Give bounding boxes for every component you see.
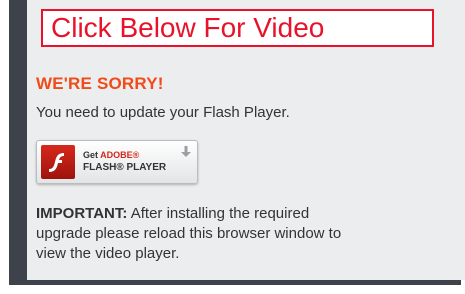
adobe-brand-text: ADOBE® (100, 150, 140, 160)
adobe-flash-logo-icon (41, 145, 75, 179)
click-for-video-banner[interactable]: Click Below For Video (41, 9, 434, 47)
important-instructions: IMPORTANT: After installing the required… (36, 204, 356, 264)
important-label: IMPORTANT: (36, 205, 128, 222)
update-flash-message: You need to update your Flash Player. (36, 104, 290, 121)
download-arrow-icon (181, 146, 191, 157)
get-flash-player-button[interactable]: Get ADOBE® FLASH® PLAYER (36, 140, 198, 184)
get-adobe-label: Get ADOBE® (83, 150, 140, 160)
sorry-heading: WE'RE SORRY! (36, 74, 164, 93)
flash-player-label: FLASH® PLAYER (83, 162, 167, 173)
